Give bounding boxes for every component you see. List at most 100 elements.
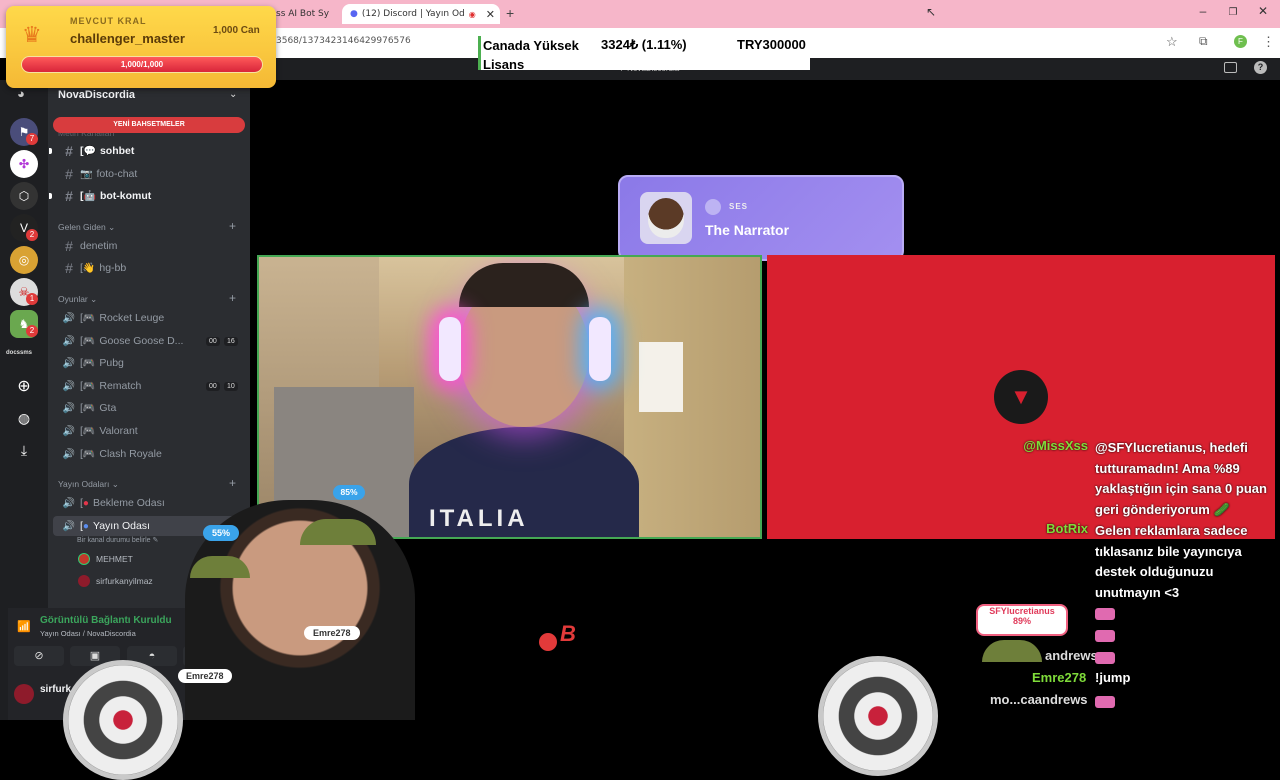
emote-icon: [1095, 652, 1115, 664]
tab-label: ss AI Bot Sy: [276, 9, 330, 19]
add-channel-icon[interactable]: +: [229, 476, 236, 490]
server-icon-3[interactable]: ⬡: [10, 182, 38, 210]
king-username: challenger_master: [70, 31, 185, 46]
voice-channel-pubg[interactable]: 🔊[ 🎮 Pubg: [58, 353, 244, 373]
voice-channel-gta[interactable]: 🔊[ 🎮 Gta: [58, 398, 244, 418]
new-mentions-button[interactable]: YENİ BAHSETMELER: [53, 117, 245, 133]
speaker-icon: 🔊: [62, 357, 76, 369]
chat-username: @MissXss: [1023, 438, 1088, 453]
hash-icon: #: [65, 188, 73, 204]
window-close-icon[interactable]: ✕: [1248, 4, 1278, 18]
browser-tab-bot[interactable]: ss AI Bot Sy ✕: [268, 4, 340, 24]
channel-foto-chat[interactable]: # 📷 foto-chat: [58, 164, 244, 184]
voice-status[interactable]: Görüntülü Bağlantı Kuruldu: [40, 615, 172, 626]
chevron-down-icon[interactable]: ⌄: [229, 89, 237, 100]
narrator-tag: SES: [729, 202, 749, 211]
voice-channel-clash[interactable]: 🔊[ 🎮 Clash Royale: [58, 444, 244, 464]
add-server-icon[interactable]: ⊕: [10, 372, 38, 400]
user-limit: 10: [224, 381, 238, 391]
donation-ticker: Canada Yüksek Lisans 3324₺ (1.11%) TRY30…: [478, 36, 810, 72]
server-icon-5[interactable]: ◎: [10, 246, 38, 274]
menu-dots-icon[interactable]: ⋮: [1262, 34, 1275, 50]
server-name[interactable]: NovaDiscordia: [58, 89, 135, 101]
add-channel-icon[interactable]: +: [229, 291, 236, 305]
channel-hg-bb[interactable]: # [ 👋 hg-bb: [58, 258, 244, 278]
voice-channel-rocket[interactable]: 🔊[ 🎮 Rocket Leuge: [58, 308, 244, 328]
discover-icon[interactable]: ◍: [10, 404, 38, 432]
stream-logo: ▼: [994, 370, 1048, 424]
voice-user-sirfurkan[interactable]: sirfurkanyilmaz: [78, 575, 153, 587]
ticker-change: 3324₺ (1.11%): [601, 37, 687, 52]
chat-message: @SFYlucretianus, hedefi tutturamadın! Am…: [1095, 440, 1267, 517]
ticker-name: Canada Yüksek Lisans: [483, 38, 579, 72]
download-icon[interactable]: ⤓: [10, 436, 38, 464]
emote-icon: [1095, 608, 1115, 620]
voice-channel-valorant[interactable]: 🔊[ 🎮 Valorant: [58, 421, 244, 441]
b-logo: B: [560, 621, 576, 646]
user-limit: 16: [224, 336, 238, 346]
account-name[interactable]: sirfurk: [40, 684, 71, 695]
new-tab-icon[interactable]: +: [506, 5, 514, 21]
channel-status[interactable]: Bir kanal durumu belirle ✎: [77, 536, 158, 544]
king-hp: 1,000 Can: [213, 25, 260, 36]
channel-denetim[interactable]: # denetim: [58, 236, 244, 256]
hash-icon: #: [65, 143, 73, 159]
speaker-icon: 🔊: [62, 312, 76, 324]
voice-user-mehmet[interactable]: MEHMET: [78, 553, 133, 565]
hash-icon: #: [65, 260, 73, 276]
speaker-icon: 🔊: [62, 520, 76, 532]
category-yayin[interactable]: Yayın Odaları ⌄: [58, 479, 119, 490]
ticker-total: TRY300000: [737, 37, 806, 52]
signal-icon: 📶: [17, 621, 31, 633]
server-badge: 2: [26, 229, 38, 241]
volume-badge: 55%: [203, 525, 239, 541]
target-icon: [63, 660, 183, 780]
king-label: MEVCUT KRAL: [70, 16, 147, 26]
speaker-icon: 🔊: [62, 380, 76, 392]
account-avatar[interactable]: [14, 684, 34, 704]
close-icon[interactable]: ✕: [339, 8, 340, 21]
extensions-icon[interactable]: ⧉: [1199, 34, 1208, 49]
webcam-video-tile[interactable]: ITALIA: [257, 255, 762, 539]
emote-icon: [1095, 696, 1115, 708]
channel-sohbet[interactable]: # [ 💬 sohbet: [58, 141, 244, 161]
narrator-name: The Narrator: [705, 222, 790, 238]
volume-badge: 85%: [333, 485, 365, 500]
channel-bot-komut[interactable]: # [ 🤖 bot-komut: [58, 186, 244, 206]
parachute-icon: [190, 556, 250, 578]
discord-home-icon[interactable]: ◕: [17, 86, 25, 101]
server-badge: 7: [26, 133, 38, 145]
browser-tab-discord[interactable]: ● (12) Discord | Yayın Od ◉ ✕: [342, 4, 500, 24]
minimize-icon[interactable]: –: [1188, 4, 1218, 18]
speaker-icon: 🔊: [62, 402, 76, 414]
camera-off-icon[interactable]: ⊘: [14, 646, 64, 666]
bookmark-star-icon[interactable]: ☆: [1166, 34, 1178, 50]
profile-avatar[interactable]: F: [1234, 35, 1247, 48]
voice-channel-path[interactable]: Yayın Odası / NovaDiscordia: [40, 629, 136, 638]
add-channel-icon[interactable]: +: [229, 219, 236, 233]
url-text[interactable]: 3568/1373423146429976576: [276, 36, 411, 46]
server-badge: 2: [26, 325, 38, 337]
parachute-icon: [300, 519, 376, 545]
unread-indicator: [49, 148, 52, 154]
server-badge: 1: [26, 293, 38, 305]
category-gelen-giden[interactable]: Gelen Giden ⌄: [58, 222, 115, 233]
close-icon[interactable]: ✕: [486, 8, 495, 21]
restore-icon[interactable]: ❐: [1218, 7, 1248, 18]
recording-icon: ◉: [468, 9, 476, 19]
target-icon: [818, 656, 938, 776]
speaker-icon: 🔊: [62, 497, 76, 509]
voice-channel-bekleme[interactable]: 🔊[ ● Bekleme Odası: [58, 493, 244, 513]
inbox-icon[interactable]: [1224, 62, 1237, 73]
server-logo-text[interactable]: docssms: [6, 350, 32, 356]
narrator-avatar: [640, 192, 692, 244]
voice-channel-rematch[interactable]: 🔊[ 🎮 Rematch 00 10: [58, 376, 244, 396]
help-icon[interactable]: ?: [1254, 61, 1267, 74]
server-icon-2[interactable]: ✣: [10, 150, 38, 178]
hash-icon: #: [65, 238, 73, 254]
chat-message: Gelen reklamlara sadece tıklasanız bile …: [1095, 523, 1248, 600]
avatar: [78, 553, 90, 565]
voice-channel-goose[interactable]: 🔊[ 🎮 Goose Goose D... 00 16: [58, 331, 244, 351]
category-oyunlar[interactable]: Oyunlar ⌄: [58, 294, 97, 305]
tab-label: (12) Discord | Yayın Od: [361, 9, 465, 19]
